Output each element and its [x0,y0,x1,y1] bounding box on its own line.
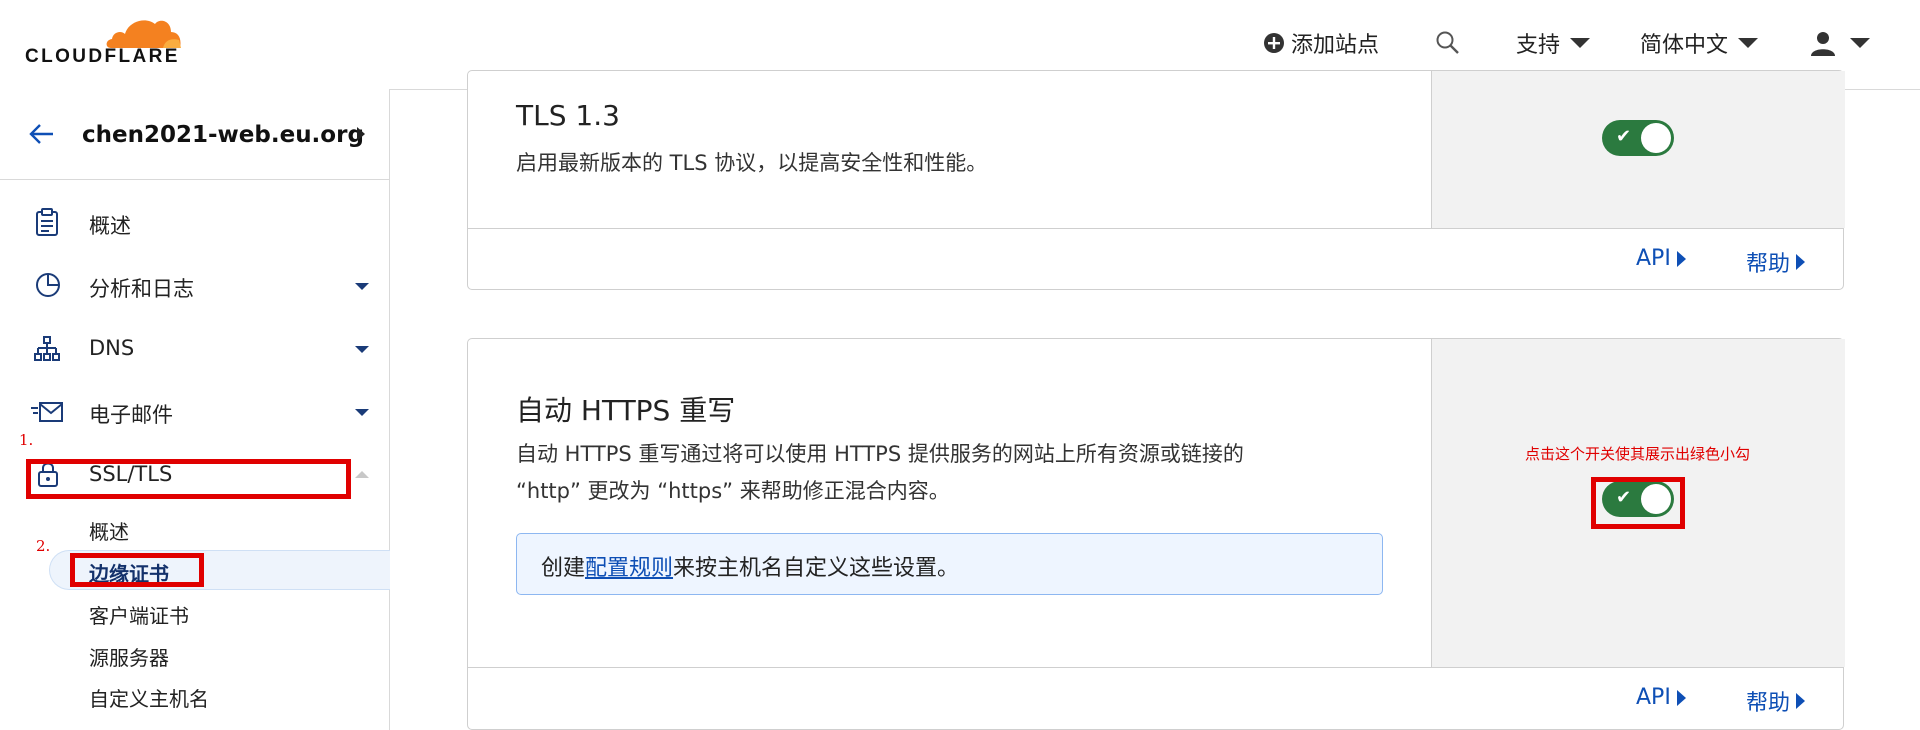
zone-name: chen2021-web.eu.org [82,122,364,148]
help-label: 帮助 [1746,252,1791,277]
https-rewrite-help-link[interactable]: 帮助 [1746,685,1806,717]
chevron-down-icon[interactable] [355,283,369,290]
tls13-title: TLS 1.3 [516,99,620,132]
chevron-right-icon[interactable] [356,127,366,141]
pie-chart-icon [36,273,60,297]
caret-right-icon [1796,254,1806,270]
chevron-down-icon [1570,38,1591,48]
https-rewrite-description-line2: “http” 更改为 “https” 来帮助修正混合内容。 [516,479,950,503]
chevron-down-icon [1738,38,1759,48]
check-icon: ✔ [1616,126,1632,147]
support-label: 支持 [1516,33,1561,58]
chevron-down-icon[interactable] [355,409,369,416]
https-rewrite-card: 自动 HTTPS 重写 自动 HTTPS 重写通过将可以使用 HTTPS 提供服… [467,338,1845,730]
sidebar-item-label: 分析和日志 [89,277,194,301]
chevron-up-icon[interactable] [355,471,369,478]
tls13-toggle[interactable]: ✔ [1602,120,1674,156]
annotation-box-ssl [26,459,351,499]
config-rules-text: 创建配置规则来按主机名自定义这些设置。 [541,550,959,582]
ssl-sub-origin-server[interactable]: 源服务器 [89,642,169,671]
logo-text[interactable]: CLOUDFLARE [25,46,180,68]
user-icon [1811,32,1835,56]
tls13-api-link[interactable]: API [1636,246,1686,271]
network-icon [34,336,60,361]
help-label: 帮助 [1746,691,1791,716]
sidebar-item-label: 电子邮件 [89,403,173,427]
toggle-annotation: 点击这个开关使其展示出绿色小勾 [1525,445,1751,463]
divider [468,228,1844,229]
annotation-box-toggle [1591,477,1685,529]
clipboard-icon [36,208,58,236]
user-menu[interactable] [1810,27,1870,59]
config-rules-link[interactable]: 配置规则 [585,556,673,581]
back-arrow-icon[interactable] [28,123,54,145]
sidebar-item-analytics[interactable]: 分析和日志 [0,265,389,307]
tls13-help-link[interactable]: 帮助 [1746,246,1806,278]
config-rules-notice: 创建配置规则来按主机名自定义这些设置。 [516,533,1383,595]
search-icon[interactable] [1435,30,1461,56]
sidebar-item-label: 概述 [89,214,131,238]
plus-circle-icon [1264,33,1284,53]
ssl-sub-client-certificates[interactable]: 客户端证书 [89,600,189,629]
language-label: 简体中文 [1640,33,1729,58]
toggle-knob [1641,123,1671,153]
mail-icon [31,402,63,422]
https-rewrite-api-link[interactable]: API [1636,685,1686,710]
chevron-down-icon[interactable] [355,346,369,353]
caret-right-icon [1796,693,1806,709]
cloudflare-logo-icon[interactable] [103,12,183,50]
ssl-sub-custom-hostnames[interactable]: 自定义主机名 [89,683,209,712]
ssl-sub-overview[interactable]: 概述 [89,516,129,545]
caret-right-icon [1676,689,1686,706]
api-label: API [1636,685,1671,710]
caret-right-icon [1676,250,1686,267]
sidebar-item-email[interactable]: 电子邮件 [0,391,389,433]
support-menu[interactable]: 支持 [1516,27,1591,59]
add-site-label: 添加站点 [1291,33,1380,58]
tls13-description: 启用最新版本的 TLS 协议，以提高安全性和性能。 [516,151,988,175]
chevron-down-icon [1850,38,1870,48]
divider [468,667,1844,668]
sidebar-item-overview[interactable]: 概述 [0,202,389,244]
notice-suffix: 来按主机名自定义这些设置。 [673,556,960,581]
zone-selector[interactable]: chen2021-web.eu.org [0,89,389,180]
sidebar-item-label: DNS [89,336,135,360]
annotation-step-2: 2. [36,537,51,555]
https-rewrite-description-line1: 自动 HTTPS 重写通过将可以使用 HTTPS 提供服务的网站上所有资源或链接… [516,442,1244,466]
annotation-box-edge-certs [70,553,204,587]
api-label: API [1636,246,1671,271]
annotation-step-1: 1. [19,431,34,449]
tls13-card: TLS 1.3 启用最新版本的 TLS 协议，以提高安全性和性能。 ✔ API … [467,70,1845,290]
https-rewrite-title: 自动 HTTPS 重写 [516,394,736,427]
notice-prefix: 创建 [541,556,586,581]
language-menu[interactable]: 简体中文 [1640,27,1759,59]
sidebar-item-dns[interactable]: DNS [0,328,389,370]
add-site-button[interactable]: 添加站点 [1263,27,1379,59]
